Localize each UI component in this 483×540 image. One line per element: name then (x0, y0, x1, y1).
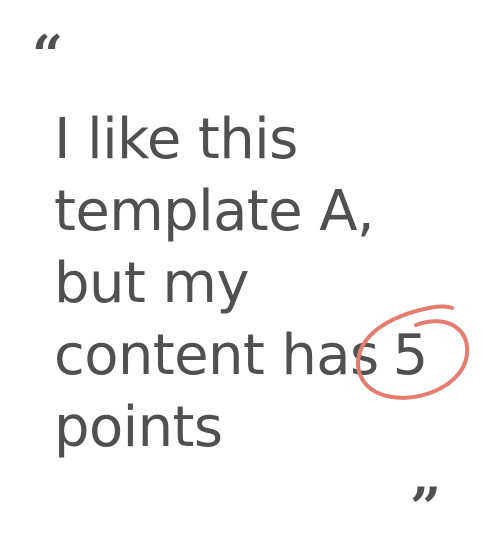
quote-text: I like this template A, but my content h… (54, 104, 474, 464)
highlighted-number: 5 (392, 323, 429, 388)
quote-line-2: template A, (54, 179, 375, 244)
quote-line-4-text: content has (54, 323, 379, 388)
quote-line-3: but my (54, 251, 249, 316)
quote-card: “ I like this template A, but my content… (0, 0, 483, 540)
opening-quote-mark: “ (32, 23, 64, 87)
quote-line-4: content has 5 (54, 320, 474, 392)
closing-quote-mark: ” (410, 475, 442, 539)
quote-line-1: I like this (54, 107, 298, 172)
quote-line-5: points (54, 395, 223, 460)
